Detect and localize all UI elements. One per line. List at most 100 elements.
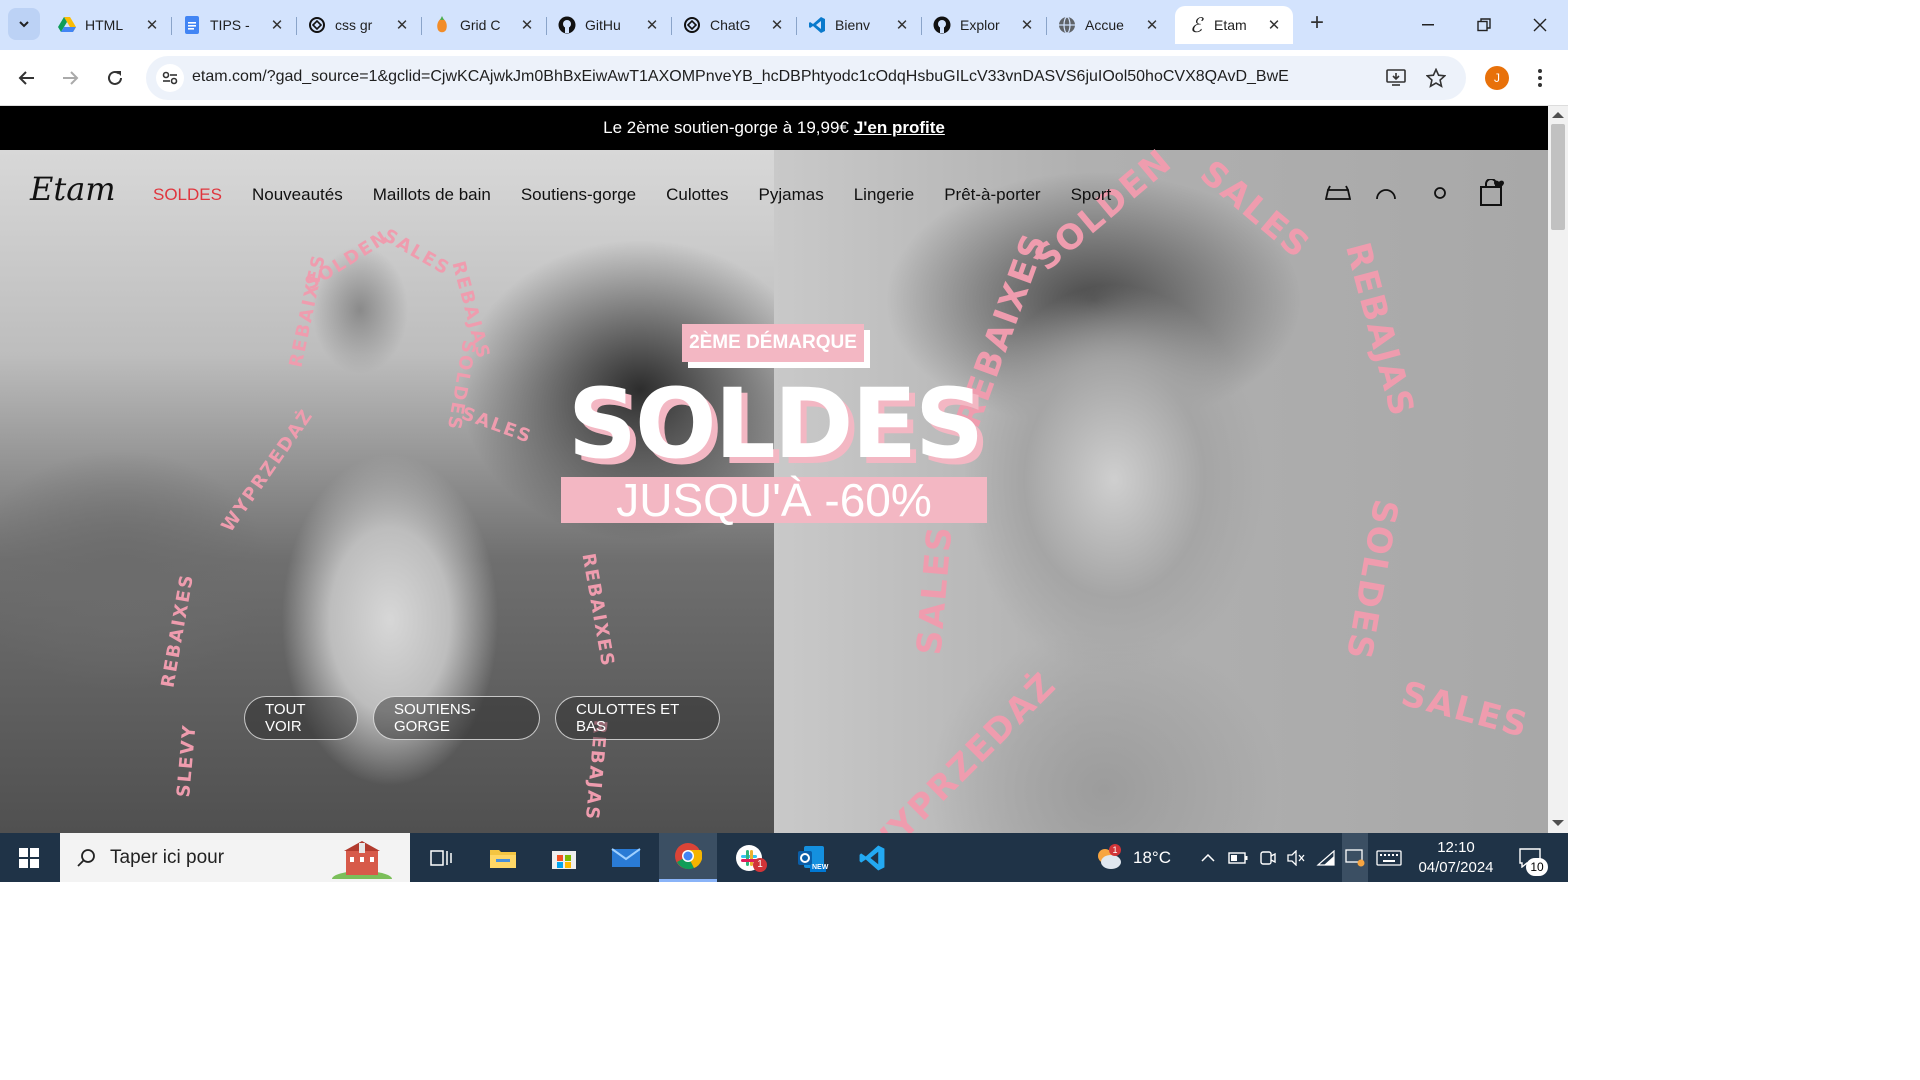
nav-item-pyjamas[interactable]: Pyjamas [759,185,824,205]
close-icon[interactable]: ✕ [1143,16,1161,34]
address-bar[interactable]: etam.com/?gad_source=1&gclid=CjwKCAjwkJm… [146,56,1466,100]
cta-soutiens-gorge[interactable]: SOUTIENS-GORGE [373,696,540,740]
tab-title: GitHu [585,17,621,33]
tab-etam[interactable]: ℰ Etam ✕ [1175,6,1293,44]
search-icon[interactable] [1371,178,1401,208]
bookmark-star-icon[interactable] [1424,66,1448,90]
mail-icon [611,847,641,867]
tab-title: Accue [1085,17,1124,33]
google-drive-icon [58,16,76,34]
scrollbar-thumb[interactable] [1551,124,1565,230]
microsoft-store-button[interactable] [535,833,593,882]
chrome-button[interactable] [659,833,717,882]
outlook-new-button[interactable]: NEW [782,833,840,882]
install-app-icon[interactable] [1384,66,1408,90]
cta-culottes-et-bas[interactable]: CULOTTES ET BAS [555,696,720,740]
nav-item-soutiens-gorge[interactable]: Soutiens-gorge [521,185,636,205]
close-icon[interactable]: ✕ [518,16,536,34]
promo-link[interactable]: J'en profite [854,118,945,138]
close-icon[interactable]: ✕ [1265,16,1283,34]
nav-item-lingerie[interactable]: Lingerie [854,185,915,205]
weather-badge: 1 [1109,844,1121,856]
chatgpt-icon [308,16,326,34]
slack-button[interactable]: 1 [720,833,778,882]
promo-text: Le 2ème soutien-gorge à 19,99€ [603,118,849,137]
close-icon[interactable]: ✕ [768,16,786,34]
account-icon[interactable] [1425,178,1455,208]
volume-muted-icon[interactable] [1284,833,1308,882]
close-icon[interactable]: ✕ [893,16,911,34]
tab-tips[interactable]: TIPS - ✕ [171,6,296,44]
new-tab-button[interactable]: + [1303,10,1331,38]
new-label: NEW [812,864,829,871]
store-icon [552,850,576,869]
tab-github[interactable]: GitHu ✕ [546,6,671,44]
chatgpt-icon [683,16,701,34]
hero-headline: SOLDES [567,368,984,480]
mail-button[interactable] [597,833,655,882]
nav-item-maillots[interactable]: Maillots de bain [373,185,491,205]
bag-icon[interactable] [1477,178,1507,208]
main-nav: SOLDES Nouveautés Maillots de bain Souti… [153,185,1111,205]
windows-taskbar: Taper ici pour 1 NEW 1 18°C 12:10 04/07/… [0,833,1568,882]
scroll-down-icon[interactable] [1552,820,1564,826]
chevron-up-icon[interactable] [1196,833,1220,882]
file-explorer-button[interactable] [474,833,532,882]
tab-html[interactable]: HTML ✕ [46,6,171,44]
nav-item-soldes[interactable]: SOLDES [153,185,222,205]
tab-css-grid[interactable]: css gr ✕ [296,6,421,44]
tab-grid-garden[interactable]: Grid C ✕ [421,6,546,44]
task-view-button[interactable] [412,833,470,882]
back-button[interactable] [9,60,45,96]
taskbar-search[interactable]: Taper ici pour [60,833,410,882]
tab-search-button[interactable] [8,8,40,40]
search-placeholder: Taper ici pour [110,846,225,868]
site-info-icon[interactable] [156,64,184,92]
notification-center[interactable]: 10 [1510,833,1550,882]
minimize-button[interactable] [1400,0,1456,50]
weather-widget[interactable]: 1 18°C [1092,833,1172,882]
tab-chatgpt[interactable]: ChatG ✕ [671,6,796,44]
vscode-button[interactable] [843,833,901,882]
windows-icon [19,847,39,868]
close-icon[interactable]: ✕ [1018,16,1036,34]
close-icon[interactable]: ✕ [268,16,286,34]
tab-title: TIPS - [210,17,250,33]
meet-now-icon[interactable] [1256,833,1280,882]
url-text[interactable]: etam.com/?gad_source=1&gclid=CjwKCAjwkJm… [192,68,1372,86]
profile-avatar[interactable]: J [1485,66,1509,90]
etam-icon: ℰ [1189,13,1203,37]
restore-icon [1477,18,1491,32]
wifi-icon[interactable] [1314,833,1338,882]
page-scrollbar[interactable] [1548,106,1568,833]
keyboard-icon[interactable] [1374,833,1404,882]
tab-accueil[interactable]: Accue ✕ [1046,6,1171,44]
nav-item-nouveautes[interactable]: Nouveautés [252,185,343,205]
reload-button[interactable] [97,60,133,96]
restore-button[interactable] [1456,0,1512,50]
tab-vscode[interactable]: Bienv ✕ [796,6,921,44]
forward-button[interactable] [52,60,88,96]
tab-title: Etam [1214,17,1247,33]
start-button[interactable] [0,833,58,882]
close-icon[interactable]: ✕ [143,16,161,34]
nav-item-culottes[interactable]: Culottes [666,185,728,205]
browser-menu-icon[interactable] [1528,62,1552,94]
nav-item-pret-a-porter[interactable]: Prêt-à-porter [944,185,1040,205]
etam-logo[interactable]: Etam [30,170,116,208]
tab-title: Grid C [460,17,501,33]
close-window-button[interactable] [1512,0,1568,50]
tab-github-explore[interactable]: Explor ✕ [921,6,1046,44]
network-status-icon[interactable] [1342,833,1368,882]
clock[interactable]: 12:10 04/07/2024 [1410,833,1502,882]
battery-icon[interactable] [1226,833,1250,882]
chrome-icon [675,843,702,870]
nav-item-sport[interactable]: Sport [1071,185,1112,205]
hero-banner[interactable]: SOLDEN SALES REBAJAS REBAIXES SOLDES SAL… [0,141,1548,833]
markdown-badge: 2ÈME DÉMARQUE [682,324,864,362]
scroll-up-icon[interactable] [1552,112,1564,118]
close-icon[interactable]: ✕ [643,16,661,34]
close-icon[interactable]: ✕ [393,16,411,34]
store-locator-icon[interactable] [1323,178,1353,208]
cta-tout-voir[interactable]: TOUT VOIR [244,696,358,740]
